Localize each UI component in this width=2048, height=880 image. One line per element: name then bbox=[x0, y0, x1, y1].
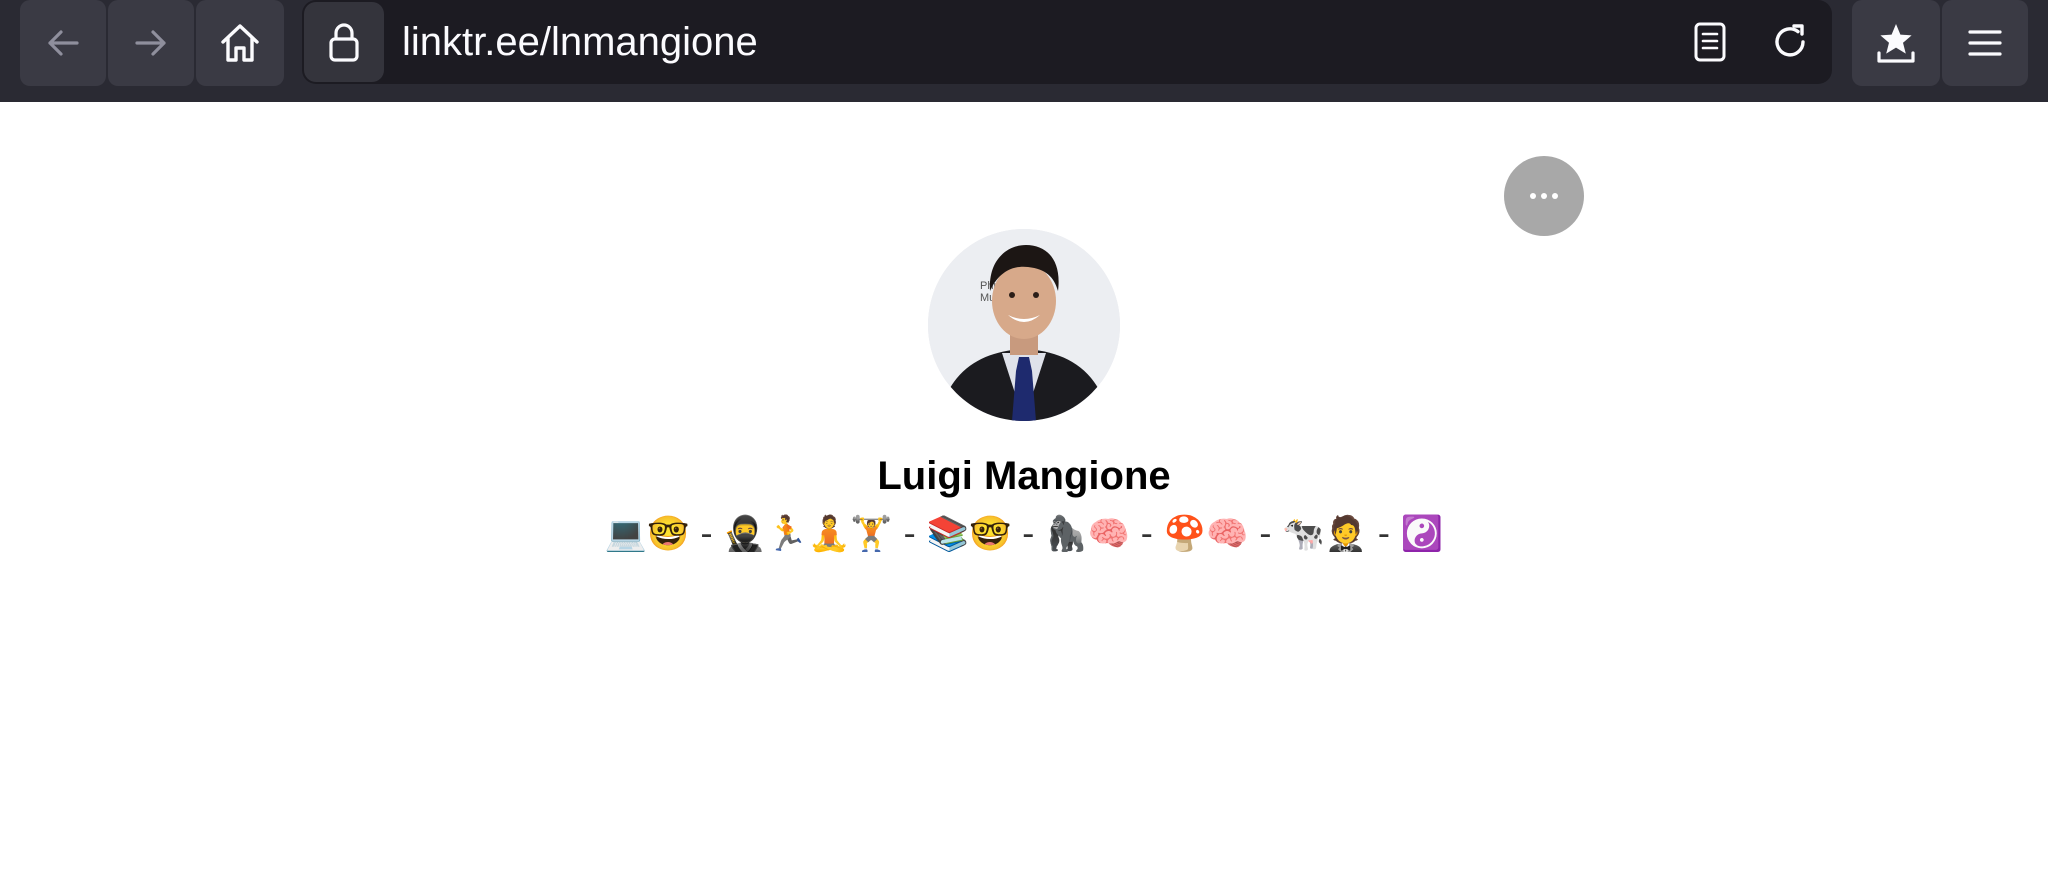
home-icon bbox=[221, 24, 259, 62]
reload-button[interactable] bbox=[1760, 0, 1820, 84]
url-bar[interactable]: linktr.ee/lnmangione bbox=[302, 0, 1832, 84]
bookmarks-button[interactable] bbox=[1852, 0, 1940, 86]
lock-icon bbox=[329, 23, 359, 62]
profile-name: Luigi Mangione bbox=[877, 454, 1171, 498]
reader-view-button[interactable] bbox=[1680, 0, 1740, 84]
reload-icon bbox=[1775, 24, 1805, 57]
reader-view-icon bbox=[1694, 22, 1726, 62]
more-dots-icon bbox=[1530, 193, 1536, 199]
home-button[interactable] bbox=[196, 0, 284, 86]
profile-avatar: Philad Muse bbox=[928, 229, 1120, 421]
back-button[interactable] bbox=[20, 0, 106, 86]
more-dot bbox=[1552, 193, 1558, 199]
more-dot bbox=[1541, 193, 1547, 199]
linktree-page: Philad Muse Luigi Mangione 💻🤓 - 🥷🏃🧘🏋️ - … bbox=[0, 102, 2048, 880]
more-options-button[interactable] bbox=[1504, 156, 1584, 236]
profile-bio: 💻🤓 - 🥷🏃🧘🏋️ - 📚🤓 - 🦍🧠 - 🍄🧠 - 🐄🤵 - ☯️ bbox=[604, 514, 1444, 554]
menu-button[interactable] bbox=[1942, 0, 2028, 86]
back-arrow-icon bbox=[48, 30, 79, 56]
url-text[interactable]: linktr.ee/lnmangione bbox=[402, 0, 758, 84]
site-info-button[interactable] bbox=[304, 2, 384, 82]
forward-arrow-icon bbox=[135, 30, 166, 56]
forward-button[interactable] bbox=[108, 0, 194, 86]
browser-toolbar: linktr.ee/lnmangione bbox=[0, 0, 2048, 102]
profile-photo: Philad Muse bbox=[928, 229, 1120, 421]
hamburger-menu-icon bbox=[1968, 30, 2002, 56]
bookmark-star-icon bbox=[1877, 24, 1915, 63]
